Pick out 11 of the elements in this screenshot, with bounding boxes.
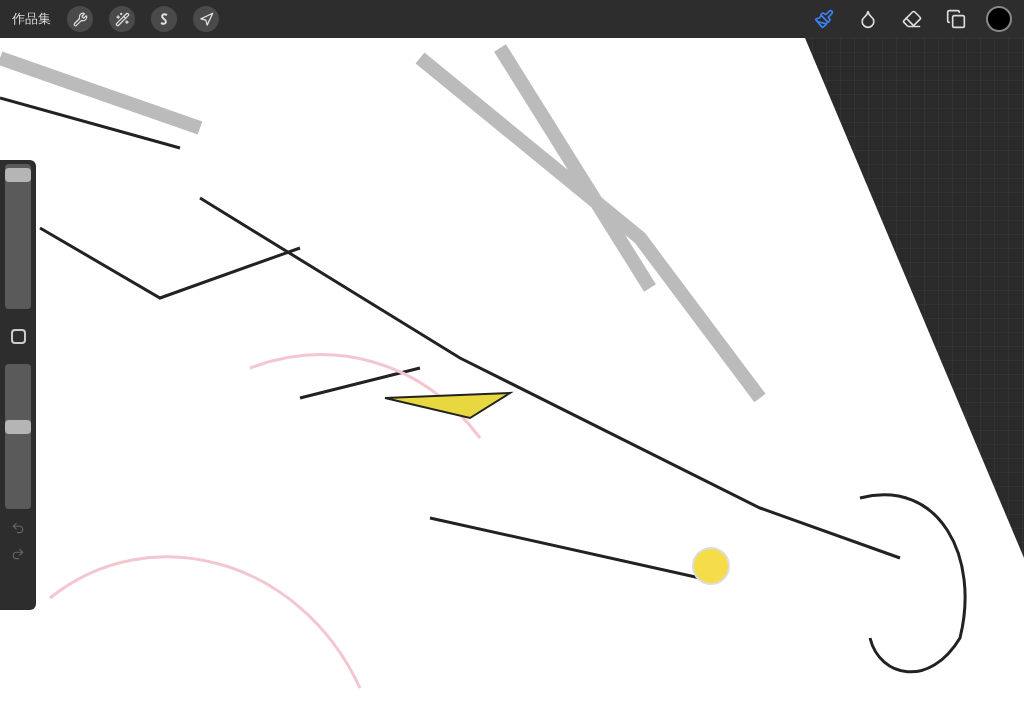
slider-thumb[interactable] bbox=[5, 167, 31, 182]
slider-thumb[interactable] bbox=[5, 420, 31, 435]
undo-icon[interactable] bbox=[11, 521, 25, 535]
wand-icon[interactable] bbox=[109, 6, 135, 32]
redo-icon[interactable] bbox=[11, 547, 25, 561]
vertical-slider[interactable] bbox=[5, 164, 31, 309]
wrench-icon[interactable] bbox=[67, 6, 93, 32]
gallery-button[interactable]: 作品集 bbox=[12, 9, 51, 29]
vertical-slider[interactable] bbox=[5, 364, 31, 509]
selection-icon[interactable] bbox=[151, 6, 177, 32]
color-swatch[interactable] bbox=[986, 6, 1012, 32]
